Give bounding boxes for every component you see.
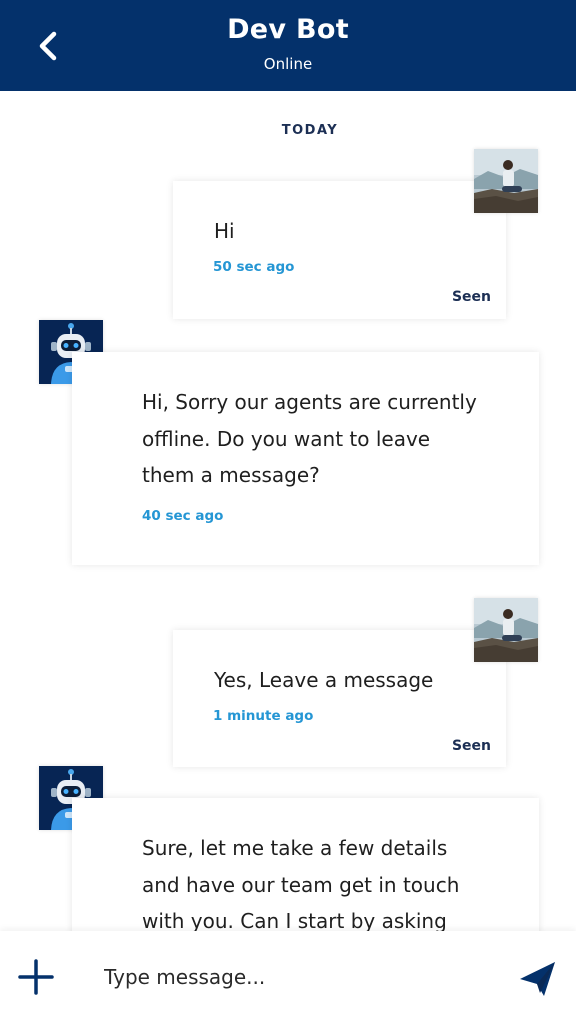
message-text-line: Hi, Sorry our agents are currently: [142, 390, 477, 414]
user-message-bubble: Yes, Leave a message 1 minute ago Seen: [173, 630, 506, 767]
message-text-line: and have our team get in touch: [142, 872, 460, 897]
online-status: Online: [263, 55, 313, 73]
message-text-line: Sure, let me take a few details: [142, 836, 448, 860]
message-input[interactable]: [104, 955, 484, 999]
message-text-line: them a message?: [142, 463, 320, 487]
message-timestamp: 1 minute ago: [213, 708, 314, 724]
bot-message-bubble: Hi, Sorry our agents are currently offli…: [72, 352, 539, 565]
seen-status: Seen: [451, 289, 491, 305]
chat-header: Dev Bot Online: [0, 0, 576, 91]
message-text: Hi: [214, 219, 235, 243]
message-composer: [0, 931, 576, 1024]
message-text: Yes, Leave a message: [214, 668, 434, 692]
user-message-bubble: Hi 50 sec ago Seen: [173, 181, 506, 319]
user-photo-avatar: [474, 598, 538, 662]
seen-status: Seen: [451, 738, 491, 754]
user-photo-avatar: [474, 149, 538, 213]
date-separator: TODAY: [281, 123, 339, 138]
user-avatar: [474, 149, 538, 213]
send-button[interactable]: [518, 959, 558, 999]
paper-plane-icon: [520, 962, 555, 996]
chat-title: Dev Bot: [227, 14, 349, 45]
add-attachment-button[interactable]: [18, 959, 54, 995]
user-avatar: [474, 598, 538, 662]
message-timestamp: 40 sec ago: [142, 508, 224, 524]
message-text-line: offline. Do you want to leave: [142, 426, 431, 451]
plus-icon: [18, 959, 54, 995]
message-timestamp: 50 sec ago: [213, 259, 295, 275]
